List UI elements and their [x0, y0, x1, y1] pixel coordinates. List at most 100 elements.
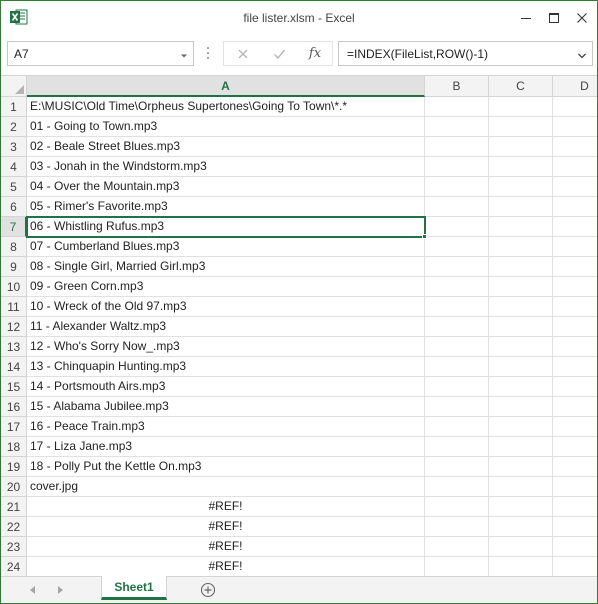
cell-c[interactable] — [489, 557, 553, 576]
row-header[interactable]: 20 — [1, 477, 27, 497]
cell-a[interactable]: cover.jpg — [27, 477, 425, 497]
cell-a[interactable]: 15 - Alabama Jubilee.mp3 — [27, 397, 425, 417]
row-header[interactable]: 12 — [1, 317, 27, 337]
row-header[interactable]: 23 — [1, 537, 27, 557]
name-box[interactable]: A7 — [7, 41, 194, 66]
expand-formula-icon[interactable] — [577, 49, 587, 63]
cell-d[interactable] — [553, 377, 597, 397]
select-all-button[interactable] — [1, 76, 27, 97]
cell-c[interactable] — [489, 317, 553, 337]
cell-a[interactable]: 11 - Alexander Waltz.mp3 — [27, 317, 425, 337]
cell-a[interactable]: 13 - Chinquapin Hunting.mp3 — [27, 357, 425, 377]
cell-c[interactable] — [489, 517, 553, 537]
row-header[interactable]: 1 — [1, 97, 27, 117]
cell-b[interactable] — [425, 257, 489, 277]
close-button[interactable] — [568, 5, 596, 31]
cell-b[interactable] — [425, 357, 489, 377]
cell-a[interactable]: E:\MUSIC\Old Time\Orpheus Supertones\Goi… — [27, 97, 425, 117]
cell-a[interactable]: 09 - Green Corn.mp3 — [27, 277, 425, 297]
cell-c[interactable] — [489, 397, 553, 417]
column-header-a[interactable]: A — [27, 76, 425, 97]
row-header[interactable]: 21 — [1, 497, 27, 517]
cell-c[interactable] — [489, 277, 553, 297]
row-header[interactable]: 5 — [1, 177, 27, 197]
cell-d[interactable] — [553, 217, 597, 237]
cell-a[interactable]: 08 - Single Girl, Married Girl.mp3 — [27, 257, 425, 277]
cell-d[interactable] — [553, 177, 597, 197]
cell-a[interactable]: 05 - Rimer's Favorite.mp3 — [27, 197, 425, 217]
column-header-d[interactable]: D — [553, 76, 597, 97]
cell-b[interactable] — [425, 437, 489, 457]
error-cell[interactable]: #REF! — [27, 557, 425, 576]
cell-d[interactable] — [553, 137, 597, 157]
cell-c[interactable] — [489, 437, 553, 457]
cell-a[interactable]: 16 - Peace Train.mp3 — [27, 417, 425, 437]
scroll-tabs-right-button[interactable] — [53, 584, 67, 596]
cell-d[interactable] — [553, 157, 597, 177]
cell-d[interactable] — [553, 197, 597, 217]
insert-function-button[interactable]: fx — [298, 42, 332, 65]
error-cell[interactable]: #REF! — [27, 497, 425, 517]
cell-b[interactable] — [425, 137, 489, 157]
cell-c[interactable] — [489, 137, 553, 157]
row-header[interactable]: 9 — [1, 257, 27, 277]
cell-a[interactable]: 12 - Who's Sorry Now_.mp3 — [27, 337, 425, 357]
cell-b[interactable] — [425, 317, 489, 337]
chevron-down-icon[interactable] — [180, 49, 188, 63]
cell-d[interactable] — [553, 297, 597, 317]
row-header[interactable]: 24 — [1, 557, 27, 576]
formula-input[interactable]: =INDEX(FileList,ROW()-1) — [338, 41, 593, 66]
cell-c[interactable] — [489, 117, 553, 137]
cell-c[interactable] — [489, 177, 553, 197]
enter-button[interactable] — [262, 42, 296, 65]
cell-c[interactable] — [489, 497, 553, 517]
row-header[interactable]: 4 — [1, 157, 27, 177]
resize-handle-icon[interactable] — [206, 45, 210, 61]
maximize-button[interactable] — [540, 5, 568, 31]
cell-a[interactable]: 01 - Going to Town.mp3 — [27, 117, 425, 137]
cell-b[interactable] — [425, 97, 489, 117]
cell-a[interactable]: 18 - Polly Put the Kettle On.mp3 — [27, 457, 425, 477]
cell-b[interactable] — [425, 377, 489, 397]
cell-d[interactable] — [553, 437, 597, 457]
row-header[interactable]: 15 — [1, 377, 27, 397]
cell-c[interactable] — [489, 157, 553, 177]
cell-d[interactable] — [553, 397, 597, 417]
column-header-b[interactable]: B — [425, 76, 489, 97]
row-header[interactable]: 22 — [1, 517, 27, 537]
cell-d[interactable] — [553, 557, 597, 576]
row-header[interactable]: 10 — [1, 277, 27, 297]
cell-d[interactable] — [553, 317, 597, 337]
cancel-button[interactable] — [226, 42, 260, 65]
cell-b[interactable] — [425, 417, 489, 437]
cell-c[interactable] — [489, 377, 553, 397]
cell-a[interactable]: 04 - Over the Mountain.mp3 — [27, 177, 425, 197]
cell-b[interactable] — [425, 297, 489, 317]
minimize-button[interactable] — [512, 5, 540, 31]
cell-a[interactable]: 10 - Wreck of the Old 97.mp3 — [27, 297, 425, 317]
cell-d[interactable] — [553, 117, 597, 137]
cell-c[interactable] — [489, 457, 553, 477]
cell-c[interactable] — [489, 97, 553, 117]
cell-c[interactable] — [489, 357, 553, 377]
cell-b[interactable] — [425, 337, 489, 357]
error-cell[interactable]: #REF! — [27, 517, 425, 537]
column-header-c[interactable]: C — [489, 76, 553, 97]
row-header[interactable]: 13 — [1, 337, 27, 357]
cell-b[interactable] — [425, 157, 489, 177]
cell-d[interactable] — [553, 477, 597, 497]
error-cell[interactable]: #REF! — [27, 537, 425, 557]
row-header[interactable]: 3 — [1, 137, 27, 157]
row-header[interactable]: 16 — [1, 397, 27, 417]
row-header[interactable]: 17 — [1, 417, 27, 437]
cell-d[interactable] — [553, 457, 597, 477]
cell-a[interactable]: 06 - Whistling Rufus.mp3 — [27, 217, 425, 237]
cell-b[interactable] — [425, 197, 489, 217]
row-header[interactable]: 8 — [1, 237, 27, 257]
cell-d[interactable] — [553, 357, 597, 377]
row-header[interactable]: 2 — [1, 117, 27, 137]
cell-d[interactable] — [553, 277, 597, 297]
cell-b[interactable] — [425, 477, 489, 497]
cell-b[interactable] — [425, 237, 489, 257]
cell-b[interactable] — [425, 277, 489, 297]
